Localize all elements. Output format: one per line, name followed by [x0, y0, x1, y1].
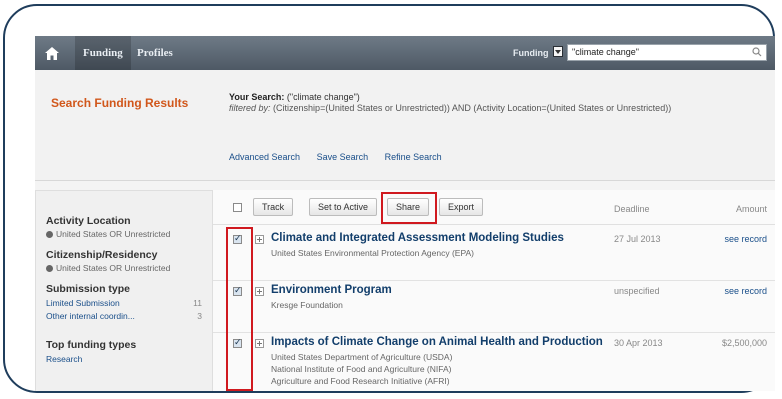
- table-row: Climate and Integrated Assessment Modeli…: [213, 232, 775, 281]
- deadline-column-header[interactable]: Deadline: [614, 204, 650, 214]
- facet-count: 11: [193, 298, 202, 308]
- export-button[interactable]: Export: [439, 198, 484, 216]
- share-highlight-box: [381, 192, 437, 224]
- filter-description: filtered by: (Citizenship=(United States…: [229, 103, 671, 113]
- citizenship-value: United States OR Unrestricted: [56, 263, 171, 273]
- result-sponsor: Agriculture and Food Research Initiative…: [271, 376, 450, 386]
- save-search-link[interactable]: Save Search: [317, 152, 369, 162]
- home-button[interactable]: [35, 36, 69, 70]
- set-to-active-button[interactable]: Set to Active: [309, 198, 378, 216]
- result-amount-link[interactable]: see record: [724, 234, 767, 244]
- app-screenshot: Funding Profiles Funding "climate change…: [35, 36, 775, 391]
- table-row: Impacts of Climate Change on Animal Heal…: [213, 336, 775, 391]
- filtered-by-text: (Citizenship=(United States or Unrestric…: [273, 103, 672, 113]
- result-sponsor: National Institute of Food and Agricultu…: [271, 364, 452, 374]
- filter-sidebar: Activity Location United States OR Unres…: [35, 190, 213, 391]
- amount-column-header[interactable]: Amount: [736, 204, 767, 214]
- expand-icon[interactable]: [255, 235, 264, 244]
- tab-profiles[interactable]: Profiles: [137, 36, 173, 70]
- select-all-checkbox[interactable]: [233, 203, 242, 212]
- facet-label: Research: [46, 354, 83, 364]
- remove-filter-icon[interactable]: [46, 231, 53, 238]
- search-summary-panel: Search Funding Results Your Search: ("cl…: [35, 70, 775, 181]
- result-sponsor: United States Environmental Protection A…: [271, 248, 474, 258]
- activity-location-filter[interactable]: United States OR Unrestricted: [46, 229, 202, 239]
- result-amount: $2,500,000: [721, 338, 767, 348]
- result-title-link[interactable]: Impacts of Climate Change on Animal Heal…: [271, 336, 603, 348]
- results-panel: Track Set to Active Share Export Deadlin…: [213, 190, 775, 391]
- filtered-by-label: filtered by:: [229, 103, 271, 113]
- result-sponsor: United States Department of Agriculture …: [271, 352, 453, 362]
- top-funding-types-heading: Top funding types: [46, 339, 137, 351]
- page-title: Search Funding Results: [51, 96, 189, 110]
- checkbox-highlight-box: [226, 227, 253, 391]
- your-search-query: ("climate change"): [286, 92, 360, 102]
- tab-funding[interactable]: Funding: [75, 36, 131, 70]
- result-deadline: unspecified: [614, 286, 660, 296]
- your-search-label: Your Search:: [229, 92, 285, 102]
- search-icon[interactable]: [752, 47, 762, 57]
- callout-frame: Funding Profiles Funding "climate change…: [3, 4, 775, 393]
- search-input-value: "climate change": [572, 47, 639, 57]
- track-button[interactable]: Track: [253, 198, 294, 216]
- result-deadline: 30 Apr 2013: [614, 338, 663, 348]
- search-scope-dropdown[interactable]: [553, 46, 563, 57]
- activity-location-value: United States OR Unrestricted: [56, 229, 171, 239]
- facet-label: Other internal coordin...: [46, 311, 135, 321]
- citizenship-filter[interactable]: United States OR Unrestricted: [46, 263, 202, 273]
- facet-research[interactable]: Research: [46, 354, 202, 364]
- result-deadline: 27 Jul 2013: [614, 234, 661, 244]
- results-toolbar: Track Set to Active Share Export Deadlin…: [213, 190, 775, 225]
- remove-filter-icon[interactable]: [46, 265, 53, 272]
- advanced-search-link[interactable]: Advanced Search: [229, 152, 300, 162]
- submission-type-heading: Submission type: [46, 283, 131, 295]
- expand-icon[interactable]: [255, 287, 264, 296]
- expand-icon[interactable]: [255, 339, 264, 348]
- facet-other-internal[interactable]: Other internal coordin... 3: [46, 311, 202, 321]
- result-title-link[interactable]: Environment Program: [271, 284, 392, 296]
- search-scope-label[interactable]: Funding: [513, 48, 549, 58]
- table-row: Environment Program Kresge Foundation un…: [213, 284, 775, 333]
- facet-label: Limited Submission: [46, 298, 120, 308]
- search-actions: Advanced Search Save Search Refine Searc…: [229, 152, 456, 162]
- top-navigation-bar: Funding Profiles Funding "climate change…: [35, 36, 775, 71]
- search-input[interactable]: "climate change": [567, 44, 767, 61]
- citizenship-heading: Citizenship/Residency: [46, 249, 158, 261]
- facet-limited-submission[interactable]: Limited Submission 11: [46, 298, 202, 308]
- search-description: Your Search: ("climate change") filtered…: [229, 92, 759, 114]
- home-icon: [45, 46, 59, 60]
- refine-search-link[interactable]: Refine Search: [385, 152, 442, 162]
- activity-location-heading: Activity Location: [46, 215, 131, 227]
- facet-count: 3: [197, 311, 202, 321]
- result-title-link[interactable]: Climate and Integrated Assessment Modeli…: [271, 232, 564, 244]
- result-sponsor: Kresge Foundation: [271, 300, 343, 310]
- result-amount-link[interactable]: see record: [724, 286, 767, 296]
